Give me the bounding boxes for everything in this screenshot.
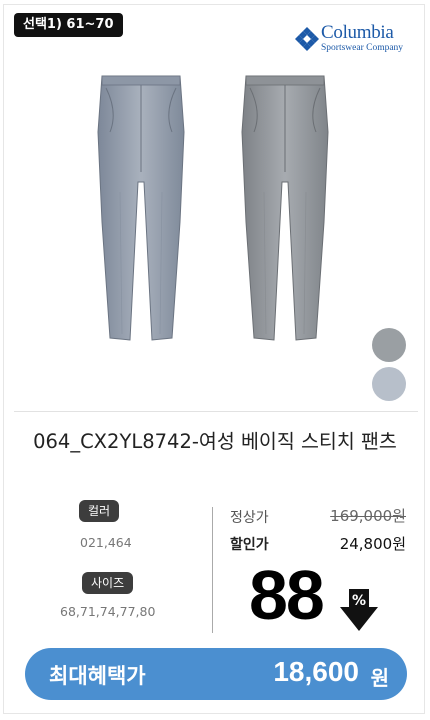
selection-badge: 선택1) 61~70 xyxy=(14,13,123,37)
max-benefit-label: 최대혜택가 xyxy=(49,664,146,688)
discount-arrow-icon: % xyxy=(340,589,378,631)
color-swatch-grey[interactable] xyxy=(372,328,406,362)
color-option-label: 컬러 xyxy=(79,500,120,522)
max-benefit-button[interactable]: 최대혜택가 18,600 원 xyxy=(25,648,407,700)
product-image-pants-left[interactable] xyxy=(92,72,190,348)
vertical-divider xyxy=(212,507,213,633)
sale-price-value: 24,800원 xyxy=(339,535,406,553)
regular-price-value: 169,000원 xyxy=(330,507,406,525)
max-benefit-price: 18,600 xyxy=(273,656,359,687)
brand-name: Columbia xyxy=(321,22,394,43)
columbia-diamond-icon xyxy=(295,27,319,51)
sale-price-label: 할인가 xyxy=(230,537,269,553)
product-title[interactable]: 064_CX2YL8742-여성 베이직 스티치 팬츠 xyxy=(20,428,410,455)
brand-logo: Columbia Sportswear Company xyxy=(294,22,406,56)
size-option-label: 사이즈 xyxy=(82,572,134,594)
brand-tagline: Sportswear Company xyxy=(321,43,404,53)
discount-rate: 88 xyxy=(249,556,325,634)
divider xyxy=(14,411,418,412)
max-benefit-unit: 원 xyxy=(370,666,389,690)
discount-unit: % xyxy=(351,593,367,609)
color-option-values: 021,464 xyxy=(80,535,132,550)
regular-price-label: 정상가 xyxy=(230,510,269,526)
size-option-values: 68,71,74,77,80 xyxy=(60,604,156,619)
color-swatch-light-blue[interactable] xyxy=(372,367,406,401)
product-image-pants-right[interactable] xyxy=(236,72,334,348)
